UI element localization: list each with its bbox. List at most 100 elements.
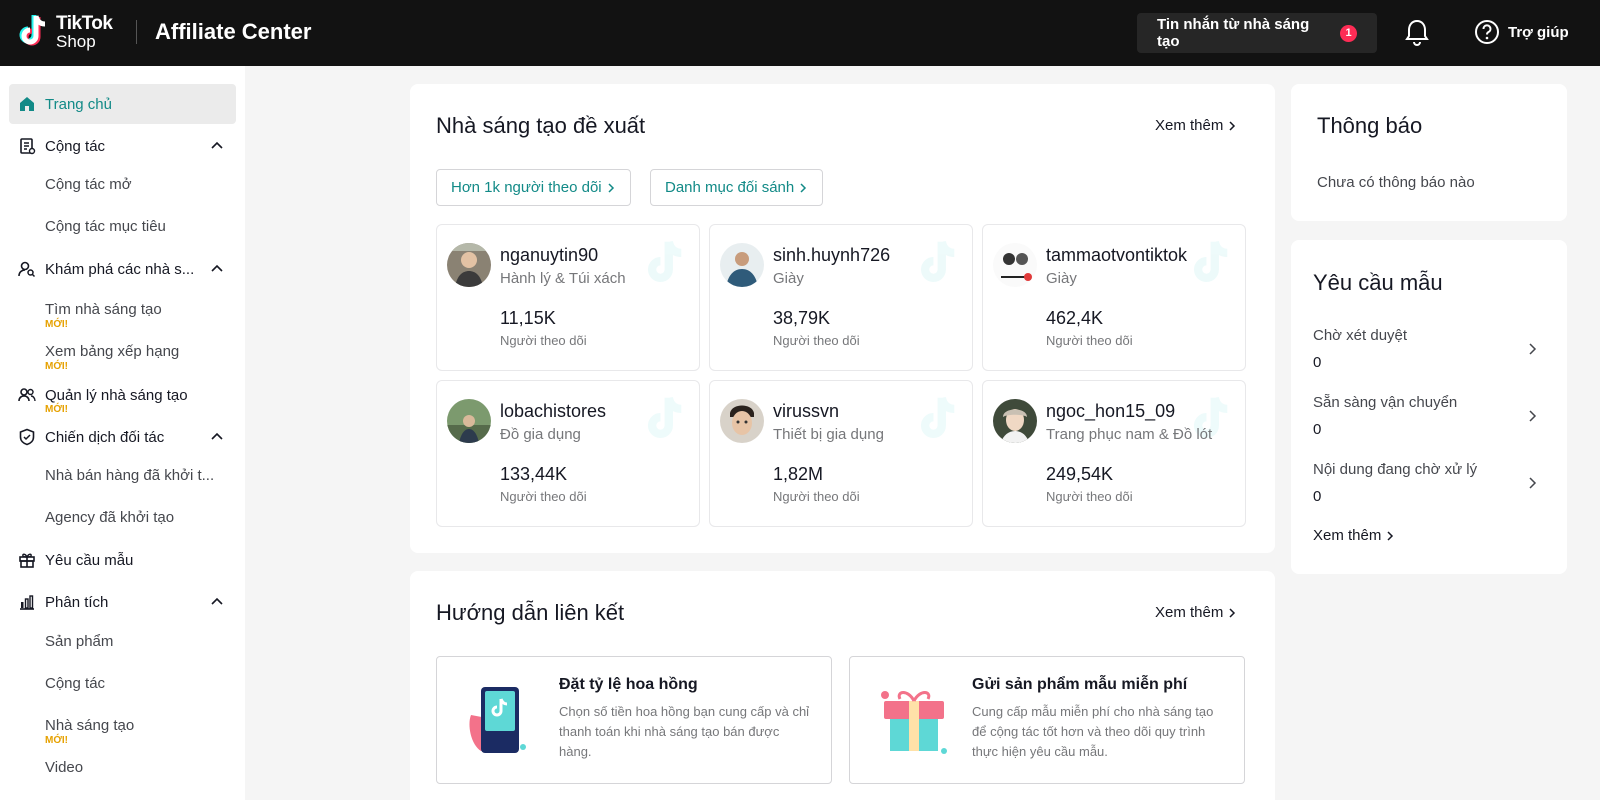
tiktok-watermark-icon <box>647 396 682 439</box>
creator-card[interactable]: ngoc_hon15_09 Trang phục nam & Đồ lót 24… <box>982 380 1246 527</box>
sidebar-item-partner-campaign[interactable]: Chiến dịch đối tác <box>9 417 236 457</box>
creator-followers: 462,4K <box>1046 308 1104 328</box>
sidebar-item-collab-target[interactable]: Cộng tác mục tiêu <box>45 218 166 235</box>
avatar <box>720 243 764 287</box>
followers-label: Người theo dõi <box>1046 333 1133 348</box>
logo-line1: TikTok <box>56 13 113 34</box>
chevron-right-icon <box>1529 477 1537 489</box>
guide-item-description: Chọn số tiền hoa hồng bạn cung cấp và ch… <box>559 704 810 759</box>
phone-commission-icon <box>469 687 526 753</box>
creator-card[interactable]: virussvn Thiết bị gia dụng 1,82M Người t… <box>709 380 973 527</box>
sample-row-content-pending[interactable]: Nội dung đang chờ xử lý 0 <box>1291 454 1567 510</box>
messages-count-badge: 1 <box>1340 24 1357 42</box>
chevron-right-icon <box>1229 607 1236 618</box>
sample-row-label: Sẵn sàng vận chuyển <box>1313 394 1458 411</box>
sidebar-item-label: Trang chủ <box>45 95 112 113</box>
sample-row-value: 0 <box>1313 488 1322 505</box>
creator-card[interactable]: tammaotvontiktok Giày 462,4K Người theo … <box>982 224 1246 371</box>
affiliate-guide-title: Hướng dẫn liên kết <box>436 600 625 625</box>
new-badge: MỚI! <box>45 319 68 330</box>
sidebar-item-label: Khám phá các nhà s... <box>45 260 195 278</box>
followers-label: Người theo dõi <box>500 333 587 348</box>
new-badge: MỚI! <box>45 404 68 415</box>
sample-row-value: 0 <box>1313 421 1322 438</box>
creator-category: Đồ gia dụng <box>500 426 581 443</box>
creator-name: ngoc_hon15_09 <box>1046 401 1176 421</box>
sidebar-item-view-ranking[interactable]: Xem bảng xếp hạng <box>45 343 179 360</box>
sidebar-item-label: Yêu cầu mẫu <box>45 551 134 569</box>
sidebar-item-products[interactable]: Sản phẩm <box>45 633 113 650</box>
app-title: Affiliate Center <box>155 19 312 44</box>
tiktok-watermark-icon <box>647 240 682 283</box>
sidebar-item-seller-initiated[interactable]: Nhà bán hàng đã khởi t... <box>45 467 214 484</box>
see-more-label: Xem thêm <box>1155 604 1224 621</box>
avatar <box>993 399 1037 443</box>
creator-category: Hành lý & Túi xách <box>500 270 626 287</box>
creator-name: sinh.huynh726 <box>773 245 891 265</box>
creator-name: virussvn <box>773 401 840 421</box>
chevron-right-icon <box>800 182 807 193</box>
sidebar-item-analytics-creators[interactable]: Nhà sáng tạo <box>45 717 134 734</box>
tiktok-watermark-icon <box>920 396 955 439</box>
creator-followers: 11,15K <box>500 308 556 328</box>
creator-card[interactable]: sinh.huynh726 Giày 38,79K Người theo dõi <box>709 224 973 371</box>
sidebar-item-home[interactable]: Trang chủ <box>9 84 236 124</box>
help-label: Trợ giúp <box>1508 23 1569 41</box>
samples-see-more-link[interactable]: Xem thêm <box>1313 527 1395 544</box>
guide-item-description: Cung cấp mẫu miễn phí cho nhà sáng tạo đ… <box>972 704 1214 759</box>
suggested-see-more-link[interactable]: Xem thêm <box>1155 117 1237 134</box>
guide-see-more-link[interactable]: Xem thêm <box>1155 604 1237 621</box>
sidebar-item-video[interactable]: Video <box>45 759 83 776</box>
sidebar: Trang chủ Cộng tác Cộng tác mở Cộng tác … <box>0 66 245 800</box>
followers-label: Người theo dõi <box>773 333 860 348</box>
chevron-up-icon <box>211 141 223 149</box>
suggested-creators-title: Nhà sáng tạo đề xuất <box>436 113 646 138</box>
tiktok-shop-logo[interactable]: TikTok Shop <box>16 12 113 52</box>
sidebar-item-agency-initiated[interactable]: Agency đã khởi tạo <box>45 509 174 526</box>
filter-followers-button[interactable]: Hơn 1k người theo dõi <box>436 169 631 206</box>
followers-label: Người theo dõi <box>500 489 587 504</box>
see-more-label: Xem thêm <box>1155 117 1224 134</box>
home-icon <box>18 95 36 113</box>
sample-row-label: Chờ xét duyệt <box>1313 327 1408 344</box>
creator-name: lobachistores <box>500 401 607 421</box>
users-icon <box>18 386 36 404</box>
creator-messages-button[interactable]: Tin nhắn từ nhà sáng tạo 1 <box>1137 13 1377 53</box>
sidebar-item-discover[interactable]: Khám phá các nhà s... <box>9 249 236 289</box>
sidebar-item-collab[interactable]: Cộng tác <box>9 126 236 166</box>
sample-row-pending-review[interactable]: Chờ xét duyệt 0 <box>1291 320 1567 376</box>
chevron-right-icon <box>1229 120 1236 131</box>
avatar <box>447 399 491 443</box>
see-more-label: Xem thêm <box>1313 527 1382 544</box>
sidebar-item-sample-request[interactable]: Yêu cầu mẫu <box>9 540 236 580</box>
sidebar-item-find-creators[interactable]: Tìm nhà sáng tạo <box>45 301 162 318</box>
chevron-up-icon <box>211 264 223 272</box>
filter-category-button[interactable]: Danh mục đối sánh <box>650 169 824 206</box>
new-badge: MỚI! <box>45 361 68 372</box>
logo-line2: Shop <box>56 32 96 51</box>
question-circle-icon <box>1475 20 1499 44</box>
gift-icon <box>18 551 36 569</box>
creator-followers: 133,44K <box>500 464 568 484</box>
sidebar-item-collab-open[interactable]: Cộng tác mở <box>45 176 132 193</box>
sample-requests-title: Yêu cầu mẫu <box>1313 270 1443 295</box>
sample-row-ready-to-ship[interactable]: Sẵn sàng vận chuyển 0 <box>1291 387 1567 443</box>
bell-icon[interactable] <box>1404 18 1430 46</box>
avatar <box>993 243 1037 287</box>
help-button[interactable]: Trợ giúp <box>1474 19 1569 45</box>
guide-item-free-sample[interactable]: Gửi sản phẩm mẫu miễn phí Cung cấp mẫu m… <box>849 656 1245 784</box>
creator-card[interactable]: lobachistores Đồ gia dụng 133,44K Người … <box>436 380 700 527</box>
creator-followers: 1,82M <box>773 464 824 484</box>
guide-item-commission[interactable]: Đặt tỷ lệ hoa hồng Chọn số tiền hoa hồng… <box>436 656 832 784</box>
notifications-title: Thông báo <box>1317 113 1423 138</box>
creator-card[interactable]: nganuytin90 Hành lý & Túi xách 11,15K Ng… <box>436 224 700 371</box>
sidebar-item-analytics-collab[interactable]: Cộng tác <box>45 675 105 692</box>
creator-name: tammaotvontiktok <box>1046 245 1188 265</box>
creator-category: Giày <box>1046 270 1077 287</box>
sidebar-item-label: Cộng tác <box>45 137 106 155</box>
sidebar-item-label: Chiến dịch đối tác <box>45 428 165 446</box>
creator-category: Thiết bị gia dụng <box>773 426 884 443</box>
sidebar-item-manage-creators[interactable]: Quản lý nhà sáng tạo <box>9 375 236 415</box>
followers-label: Người theo dõi <box>773 489 860 504</box>
sidebar-item-analytics[interactable]: Phân tích <box>9 582 236 622</box>
